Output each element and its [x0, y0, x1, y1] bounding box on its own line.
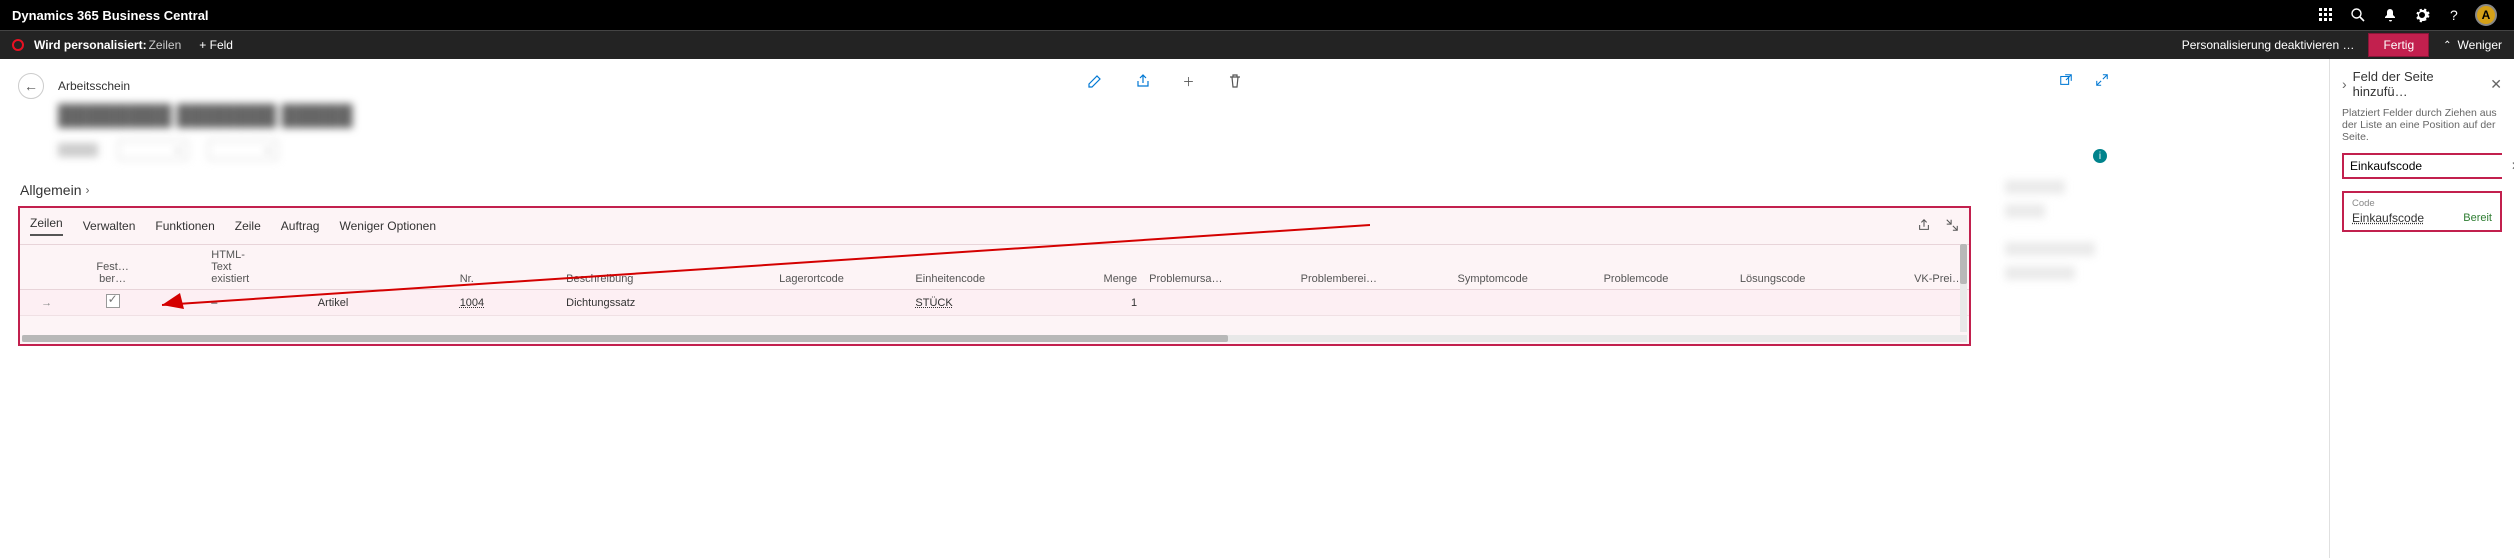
- col-loesung[interactable]: Lösungscode: [1734, 245, 1871, 290]
- row-beschreibung[interactable]: Dichtungssatz: [560, 290, 773, 316]
- personalization-bar: Wird personalisiert: Zeilen + Feld Perso…: [0, 30, 2514, 59]
- col-einheit[interactable]: Einheitencode: [909, 245, 1054, 290]
- row-lagerort[interactable]: [773, 290, 909, 316]
- share-icon[interactable]: [1134, 73, 1150, 92]
- table-row[interactable]: → ⋮ – Artikel 1004 Dichtungssatz STÜCK 1: [20, 290, 1969, 316]
- top-bar: Dynamics 365 Business Central ? A: [0, 0, 2514, 30]
- col-beschreibung[interactable]: Beschreibung: [560, 245, 773, 290]
- add-field-pane: › Feld der Seite hinzufü… ✕ Platziert Fe…: [2329, 59, 2514, 558]
- col-problemursache[interactable]: Problemursa…: [1143, 245, 1294, 290]
- col-selector: [20, 245, 73, 290]
- pane-description: Platziert Felder durch Ziehen aus der Li…: [2342, 107, 2502, 143]
- factbox-area: [1991, 160, 2311, 346]
- pane-title: Feld der Seite hinzufü…: [2353, 69, 2485, 99]
- avatar[interactable]: A: [2470, 0, 2502, 30]
- row-menge[interactable]: 1: [1054, 290, 1143, 316]
- filter-combo-1[interactable]: [118, 140, 188, 160]
- search-icon[interactable]: [2342, 0, 2374, 30]
- col-problembereich[interactable]: Problemberei…: [1295, 245, 1452, 290]
- stop-personalization-icon[interactable]: [12, 39, 24, 51]
- col-type-gap: [312, 245, 454, 290]
- row-nr[interactable]: 1004: [454, 290, 560, 316]
- lines-toolbar: Zeilen Verwalten Funktionen Zeile Auftra…: [20, 208, 1969, 244]
- vertical-scrollbar[interactable]: [1960, 244, 1967, 332]
- app-title: Dynamics 365 Business Central: [12, 8, 209, 23]
- pane-collapse-icon[interactable]: ›: [2342, 76, 2347, 92]
- row-type[interactable]: Artikel: [312, 290, 454, 316]
- back-button[interactable]: ←: [18, 73, 44, 99]
- col-lagerort[interactable]: Lagerortcode: [773, 245, 909, 290]
- bell-icon[interactable]: [2374, 0, 2406, 30]
- horizontal-scrollbar[interactable]: [22, 335, 1967, 342]
- col-fest[interactable]: Fest… ber…: [73, 245, 152, 290]
- tab-verwalten[interactable]: Verwalten: [83, 219, 136, 233]
- tab-auftrag[interactable]: Auftrag: [281, 219, 320, 233]
- lines-expand-icon[interactable]: [1945, 218, 1959, 235]
- add-field-button[interactable]: + Feld: [199, 38, 233, 52]
- field-search-input[interactable]: [2344, 155, 2511, 177]
- page-type: Arbeitsschein: [58, 79, 130, 93]
- row-indicator: →: [20, 290, 73, 316]
- add-field-label: + Feld: [199, 38, 233, 52]
- filter-label: [58, 143, 98, 157]
- col-vkpreis[interactable]: VK-Prei…: [1871, 245, 1969, 290]
- col-menu: [152, 245, 205, 290]
- collapse-icon[interactable]: [2095, 73, 2109, 90]
- svg-text:?: ?: [2450, 7, 2458, 23]
- row-menu-icon[interactable]: ⋮: [152, 290, 205, 316]
- tab-zeile[interactable]: Zeile: [235, 219, 261, 233]
- col-nr[interactable]: Nr.: [454, 245, 560, 290]
- gear-icon[interactable]: [2406, 0, 2438, 30]
- filter-combo-2[interactable]: [208, 140, 278, 160]
- personalization-label: Wird personalisiert:: [34, 38, 147, 52]
- field-item-einkaufscode[interactable]: Code Einkaufscode Bereit: [2342, 191, 2502, 232]
- general-section-heading[interactable]: Allgemein: [20, 182, 1971, 198]
- page-actions: ＋: [1086, 73, 1242, 92]
- tab-weniger-optionen[interactable]: Weniger Optionen: [339, 219, 436, 233]
- document-title: ████████ ███████ █████: [58, 105, 2311, 128]
- field-item-status: Bereit: [2463, 212, 2492, 224]
- personalization-target: Zeilen: [149, 38, 182, 52]
- field-item-label: Code: [2352, 198, 2492, 209]
- less-toggle[interactable]: Weniger: [2443, 38, 2502, 52]
- disable-personalization-link[interactable]: Personalisierung deaktivieren …: [2182, 38, 2355, 52]
- col-html[interactable]: HTML- Text existiert: [205, 245, 311, 290]
- edit-icon[interactable]: [1086, 73, 1102, 92]
- office-waffle-icon[interactable]: [2310, 0, 2342, 30]
- pane-close-icon[interactable]: ✕: [2490, 76, 2502, 93]
- col-menge[interactable]: Menge: [1054, 245, 1143, 290]
- popout-icon[interactable]: [2059, 73, 2073, 90]
- col-problem[interactable]: Problemcode: [1598, 245, 1734, 290]
- new-icon[interactable]: ＋: [1182, 73, 1194, 92]
- row-fest-check[interactable]: [73, 290, 152, 316]
- delete-icon[interactable]: [1227, 73, 1243, 92]
- lines-subpage: Zeilen Verwalten Funktionen Zeile Auftra…: [18, 206, 1971, 346]
- done-button[interactable]: Fertig: [2368, 33, 2429, 57]
- field-item-name: Einkaufscode: [2352, 211, 2424, 225]
- tab-zeilen[interactable]: Zeilen: [30, 216, 63, 236]
- lines-share-icon[interactable]: [1917, 218, 1931, 235]
- lines-grid[interactable]: Fest… ber… HTML- Text existiert Nr. Besc…: [20, 244, 1969, 316]
- col-symptom[interactable]: Symptomcode: [1452, 245, 1598, 290]
- row-html[interactable]: –: [205, 290, 311, 316]
- row-einheit[interactable]: STÜCK: [909, 290, 1054, 316]
- help-icon[interactable]: ?: [2438, 0, 2470, 30]
- tab-funktionen[interactable]: Funktionen: [155, 219, 214, 233]
